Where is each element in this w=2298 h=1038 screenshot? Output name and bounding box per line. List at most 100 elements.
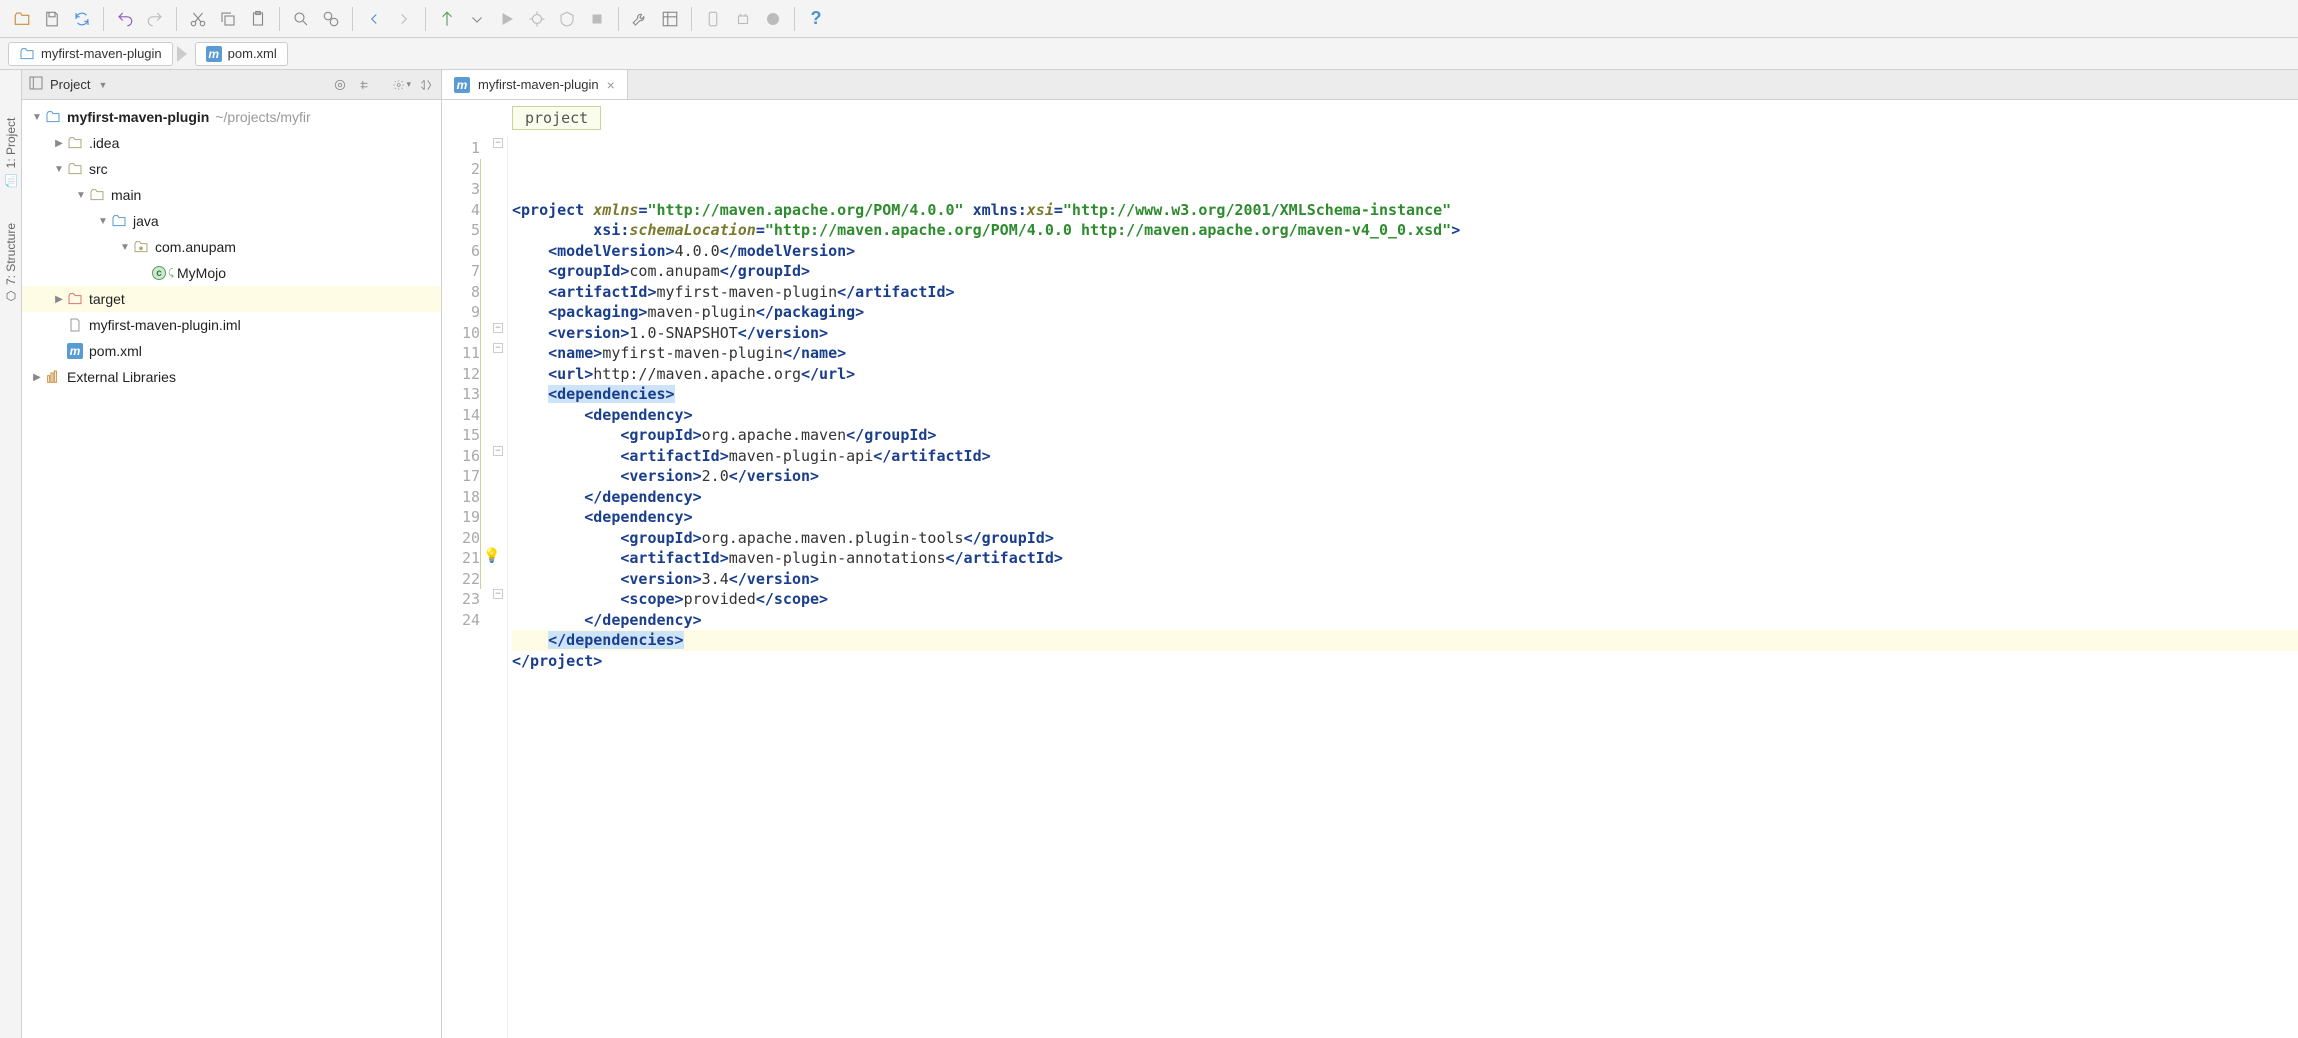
tree-item-label: main	[111, 187, 141, 203]
replace-icon[interactable]	[317, 5, 345, 33]
fold-toggle-icon[interactable]: −	[493, 323, 503, 333]
code-line[interactable]: <artifactId>maven-plugin-api</artifactId…	[512, 446, 2298, 467]
code-line[interactable]: <groupId>org.apache.maven.plugin-tools</…	[512, 528, 2298, 549]
tree-item[interactable]: ▶ External Libraries	[22, 364, 441, 390]
tree-arrow-icon[interactable]: ▼	[30, 112, 44, 123]
tree-item[interactable]: ▼com.anupam	[22, 234, 441, 260]
refresh-icon[interactable]	[68, 5, 96, 33]
project-panel: Project ▼ ▾ ▼myfirst-maven-plugin~/proje…	[22, 70, 442, 1038]
wrench-icon[interactable]	[626, 5, 654, 33]
code-line[interactable]	[512, 671, 2298, 692]
code-line[interactable]: <dependency>	[512, 405, 2298, 426]
code-line[interactable]: <version>2.0</version>	[512, 466, 2298, 487]
tree-item[interactable]: ▼ src	[22, 156, 441, 182]
code-line[interactable]: <scope>provided</scope>	[512, 589, 2298, 610]
editor-tabs: m myfirst-maven-plugin ×	[442, 70, 2298, 100]
panel-title-text[interactable]: Project	[50, 77, 90, 92]
code-editor[interactable]: 123456789101112131415161718192021222324 …	[442, 136, 2298, 1038]
target-icon[interactable]	[331, 76, 349, 94]
code-line[interactable]: <dependencies>	[512, 384, 2298, 405]
structure-icon[interactable]	[656, 5, 684, 33]
code-line[interactable]: <name>myfirst-maven-plugin</name>	[512, 343, 2298, 364]
code-line[interactable]: </dependency>	[512, 610, 2298, 631]
debug-icon[interactable]	[523, 5, 551, 33]
code-line[interactable]: <version>3.4</version>	[512, 569, 2298, 590]
tree-item-label: src	[89, 161, 108, 177]
tree-arrow-icon[interactable]: ▼	[96, 216, 110, 227]
code-line[interactable]: <project xmlns="http://maven.apache.org/…	[512, 200, 2298, 221]
collapse-icon[interactable]	[355, 76, 373, 94]
breadcrumb-file[interactable]: m pom.xml	[195, 42, 288, 66]
device-icon[interactable]	[699, 5, 727, 33]
editor-area: m myfirst-maven-plugin × project 1234567…	[442, 70, 2298, 1038]
save-icon[interactable]	[38, 5, 66, 33]
editor-crumb-project[interactable]: project	[512, 106, 601, 130]
build-icon[interactable]	[433, 5, 461, 33]
code-line[interactable]: <url>http://maven.apache.org</url>	[512, 364, 2298, 385]
code-line[interactable]: <groupId>com.anupam</groupId>	[512, 261, 2298, 282]
tree-item[interactable]: ▼ main	[22, 182, 441, 208]
fold-toggle-icon[interactable]: −	[493, 589, 503, 599]
code-line[interactable]: </dependency>	[512, 487, 2298, 508]
chevron-down-icon[interactable]: ▼	[98, 80, 107, 90]
folder-icon	[88, 187, 106, 203]
tree-arrow-icon[interactable]: ▼	[74, 190, 88, 201]
android-icon[interactable]	[729, 5, 757, 33]
coverage-icon[interactable]	[553, 5, 581, 33]
tree-item[interactable]: ▶target	[22, 286, 441, 312]
fold-toggle-icon[interactable]: −	[493, 446, 503, 456]
editor-tab[interactable]: m myfirst-maven-plugin ×	[442, 70, 628, 99]
config-dropdown[interactable]	[463, 5, 491, 33]
undo-icon[interactable]	[111, 5, 139, 33]
help-icon[interactable]: ?	[802, 5, 830, 33]
tree-arrow-icon[interactable]: ▼	[52, 164, 66, 175]
tree-item[interactable]: ▼java	[22, 208, 441, 234]
code-line[interactable]: <modelVersion>4.0.0</modelVersion>	[512, 241, 2298, 262]
code-line[interactable]: </project>	[512, 651, 2298, 672]
tree-item[interactable]: mpom.xml	[22, 338, 441, 364]
gear-icon[interactable]: ▾	[393, 76, 411, 94]
project-tree[interactable]: ▼myfirst-maven-plugin~/projects/myfir▶.i…	[22, 100, 441, 1038]
tree-item[interactable]: ▶.idea	[22, 130, 441, 156]
tree-arrow-icon[interactable]: ▶	[52, 294, 66, 305]
code-line[interactable]: <artifactId>maven-plugin-annotations</ar…	[512, 548, 2298, 569]
breadcrumb-label: myfirst-maven-plugin	[41, 46, 162, 61]
cut-icon[interactable]	[184, 5, 212, 33]
hide-icon[interactable]	[417, 76, 435, 94]
code-line[interactable]: <artifactId>myfirst-maven-plugin</artifa…	[512, 282, 2298, 303]
lightbulb-icon[interactable]: 💡	[483, 546, 500, 567]
redo-icon[interactable]	[141, 5, 169, 33]
tab-project[interactable]: 📄1: Project	[2, 110, 20, 195]
code-line[interactable]: <dependency>	[512, 507, 2298, 528]
tab-structure[interactable]: ⬡7: Structure	[2, 215, 20, 311]
copy-icon[interactable]	[214, 5, 242, 33]
open-icon[interactable]	[8, 5, 36, 33]
fold-toggle-icon[interactable]: −	[493, 138, 503, 148]
code-line[interactable]: <packaging>maven-plugin</packaging>	[512, 302, 2298, 323]
tree-item[interactable]: myfirst-maven-plugin.iml	[22, 312, 441, 338]
code-line[interactable]: </dependencies>	[512, 630, 2298, 651]
code-content[interactable]: 💡 <project xmlns="http://maven.apache.or…	[508, 136, 2298, 1038]
code-line[interactable]: <groupId>org.apache.maven</groupId>	[512, 425, 2298, 446]
run-icon[interactable]	[493, 5, 521, 33]
forward-icon[interactable]	[390, 5, 418, 33]
m-icon: m	[206, 46, 222, 62]
tree-item-label: External Libraries	[67, 369, 176, 385]
fold-gutter[interactable]: − − − − −	[490, 136, 508, 1038]
breadcrumb-project[interactable]: myfirst-maven-plugin	[8, 42, 173, 66]
android2-icon[interactable]	[759, 5, 787, 33]
code-line[interactable]: xsi:schemaLocation="http://maven.apache.…	[512, 220, 2298, 241]
tree-item[interactable]: ▼myfirst-maven-plugin~/projects/myfir	[22, 104, 441, 130]
code-line[interactable]: <version>1.0-SNAPSHOT</version>	[512, 323, 2298, 344]
stop-icon[interactable]	[583, 5, 611, 33]
paste-icon[interactable]	[244, 5, 272, 33]
close-icon[interactable]: ×	[607, 77, 615, 93]
find-icon[interactable]	[287, 5, 315, 33]
editor-breadcrumb: project	[442, 100, 2298, 136]
tree-arrow-icon[interactable]: ▶	[30, 372, 44, 383]
tree-arrow-icon[interactable]: ▼	[118, 242, 132, 253]
tree-arrow-icon[interactable]: ▶	[52, 138, 66, 149]
fold-toggle-icon[interactable]: −	[493, 343, 503, 353]
tree-item[interactable]: c⤹MyMojo	[22, 260, 441, 286]
back-icon[interactable]	[360, 5, 388, 33]
